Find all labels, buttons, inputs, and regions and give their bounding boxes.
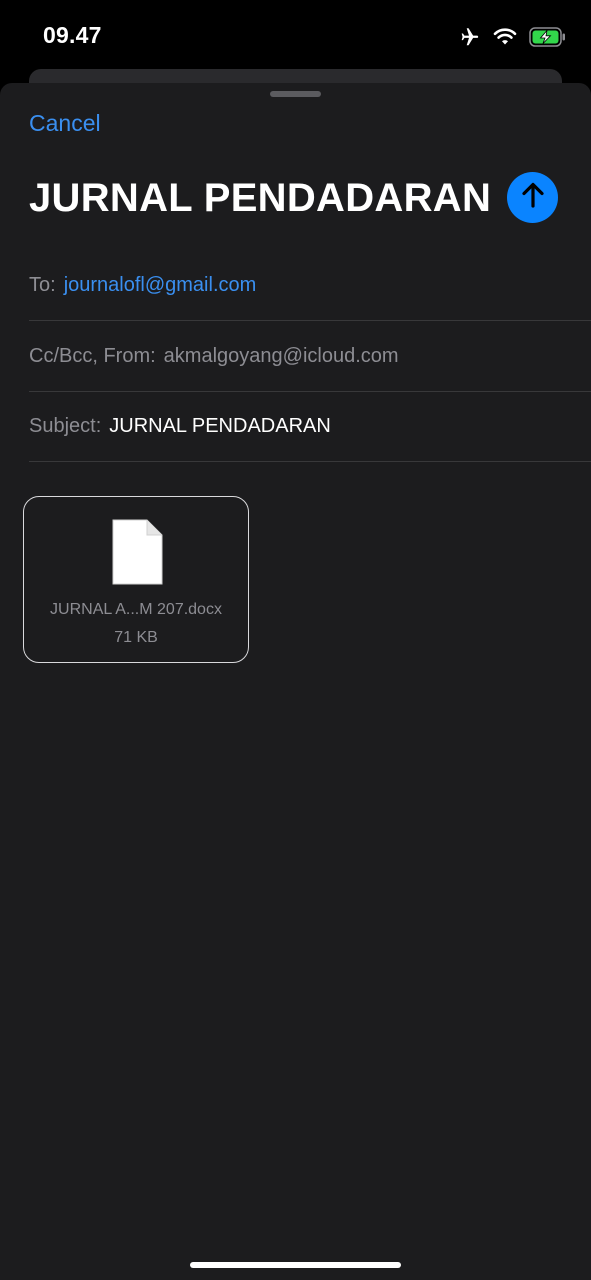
attachment-card[interactable]: JURNAL A...M 207.docx 71 KB — [23, 496, 249, 663]
arrow-up-icon — [520, 181, 546, 214]
wifi-icon — [493, 27, 517, 47]
to-label: To: — [29, 273, 56, 296]
send-button[interactable] — [507, 172, 558, 223]
status-icons — [457, 24, 567, 50]
document-icon — [111, 519, 163, 590]
subject-input[interactable]: JURNAL PENDADARAN — [109, 415, 331, 438]
mail-compose-screen: 09.47 Cancel JURNAL PENDADARAN To: journ… — [0, 0, 591, 1280]
compose-sheet: Cancel JURNAL PENDADARAN To: journalofl@… — [0, 83, 591, 1280]
sheet-grabber[interactable] — [270, 91, 321, 97]
home-indicator[interactable] — [190, 1262, 401, 1268]
cc-bcc-from-field[interactable]: Cc/Bcc, From: akmalgoyang@icloud.com — [29, 321, 591, 392]
to-recipient[interactable]: journalofl@gmail.com — [64, 274, 257, 297]
to-field[interactable]: To: journalofl@gmail.com — [29, 250, 591, 321]
battery-charging-icon — [529, 27, 567, 47]
cancel-button[interactable]: Cancel — [29, 110, 101, 137]
subject-label: Subject: — [29, 414, 102, 437]
from-address[interactable]: akmalgoyang@icloud.com — [164, 345, 399, 368]
attachment-filename: JURNAL A...M 207.docx — [50, 601, 222, 618]
status-bar: 09.47 — [0, 0, 591, 68]
airplane-icon — [457, 26, 481, 48]
compose-title: JURNAL PENDADARAN — [29, 176, 492, 220]
cc-bcc-from-label: Cc/Bcc, From: — [29, 344, 156, 367]
status-time: 09.47 — [43, 22, 102, 48]
attachment-size: 71 KB — [114, 629, 158, 646]
subject-field[interactable]: Subject: JURNAL PENDADARAN — [29, 391, 591, 462]
